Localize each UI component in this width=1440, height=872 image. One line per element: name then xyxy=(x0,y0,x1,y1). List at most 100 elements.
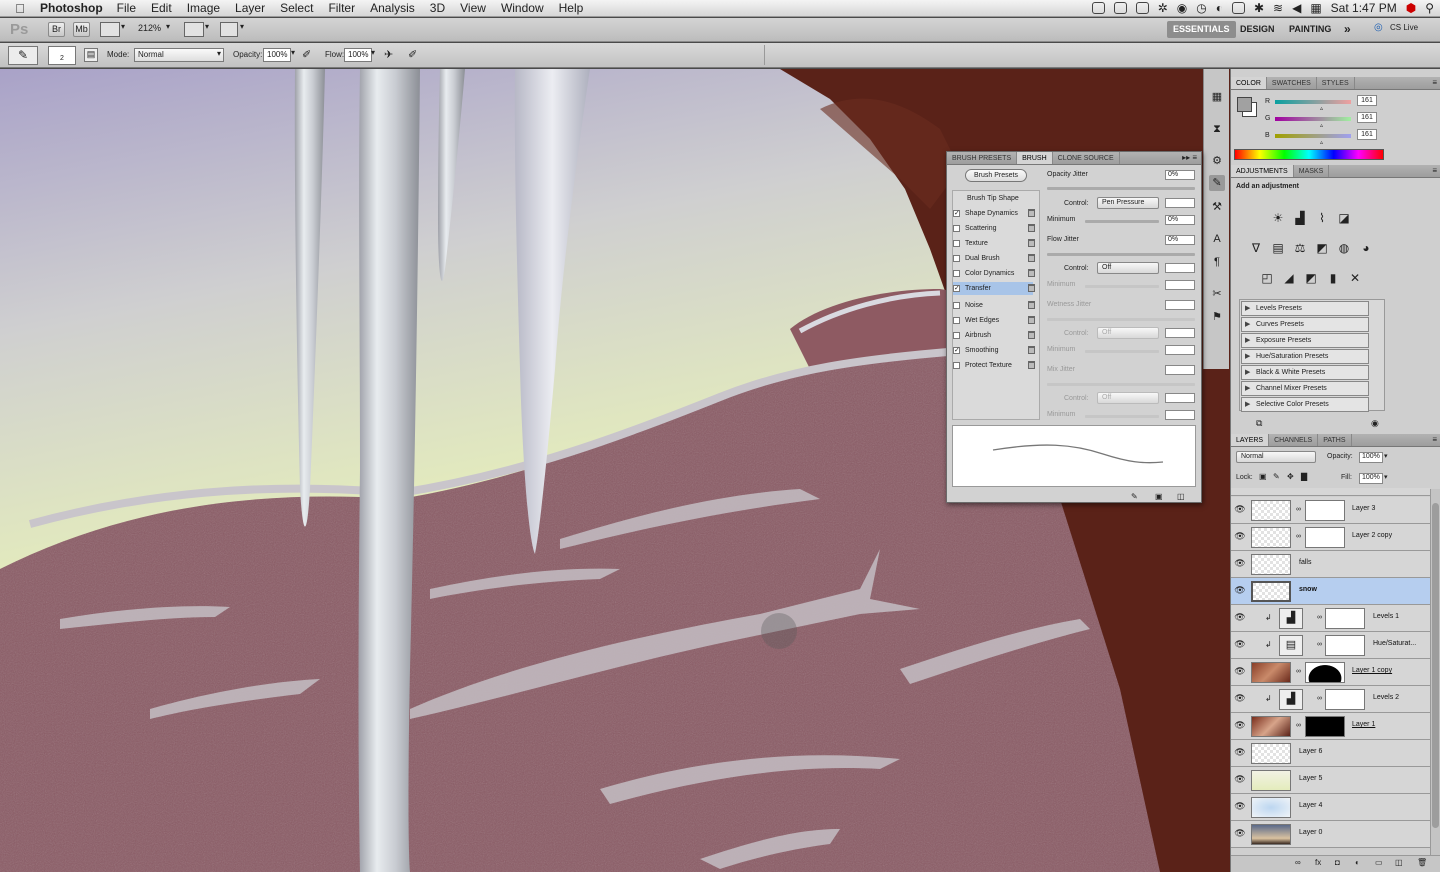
g-input[interactable]: 161 xyxy=(1357,112,1377,123)
levels-icon[interactable]: ▟ xyxy=(1293,211,1307,225)
layer-name[interactable]: Layer 1 copy xyxy=(1352,667,1392,674)
wifi-icon[interactable]: ≋ xyxy=(1273,1,1283,15)
slider-thumb-icon[interactable]: ▵ xyxy=(1320,139,1323,146)
layer-row[interactable]: 👁 ∞ Layer 2 copy xyxy=(1231,524,1430,551)
eye-icon[interactable]: 👁 xyxy=(1234,748,1246,757)
tab-brush[interactable]: BRUSH xyxy=(1017,152,1053,164)
tab-styles[interactable]: STYLES xyxy=(1317,77,1355,89)
eye-icon[interactable]: 👁 xyxy=(1234,586,1246,595)
preset-selective-color[interactable]: Selective Color Presets xyxy=(1241,397,1369,412)
layer-name[interactable]: Layer 2 copy xyxy=(1352,532,1392,539)
lock-icon[interactable] xyxy=(1028,224,1035,232)
photo-filter-icon[interactable]: ◍ xyxy=(1337,241,1351,255)
preset-exposure[interactable]: Exposure Presets xyxy=(1241,333,1369,348)
layer-row[interactable]: 👁 ↲ ▟ ∞ Levels 1 xyxy=(1231,605,1430,632)
selective-color-icon[interactable]: ✕ xyxy=(1348,271,1362,285)
tab-color[interactable]: COLOR xyxy=(1231,77,1267,89)
checkbox-checked-icon[interactable]: ✓ xyxy=(953,347,960,354)
new-group-icon[interactable]: ▭ xyxy=(1375,858,1383,867)
flag-icon[interactable]: ▦ xyxy=(1310,1,1321,15)
tab-channels[interactable]: CHANNELS xyxy=(1269,434,1319,446)
checkbox-icon[interactable] xyxy=(953,317,960,324)
arrange-documents-icon[interactable] xyxy=(184,22,204,37)
apple-icon[interactable]:  xyxy=(0,1,40,16)
layer-row[interactable]: 👁 Layer 4 xyxy=(1231,794,1430,821)
opacity-jitter-input[interactable]: 0% xyxy=(1165,170,1195,180)
create-brush-icon[interactable]: ◫ xyxy=(1177,492,1185,501)
preset-channel-mixer[interactable]: Channel Mixer Presets xyxy=(1241,381,1369,396)
flow-input[interactable]: 100% xyxy=(344,48,372,62)
checkbox-icon[interactable] xyxy=(953,362,960,369)
hue-saturation-icon[interactable]: ▤ xyxy=(1271,241,1285,255)
layers-scrollbar[interactable] xyxy=(1430,489,1440,859)
eye-icon[interactable]: 👁 xyxy=(1234,802,1246,811)
menu-help[interactable]: Help xyxy=(559,1,584,15)
link-icon[interactable]: ∞ xyxy=(1317,695,1322,702)
minibridge-button[interactable]: Mb xyxy=(73,22,90,37)
new-adjustment-icon[interactable]: ◐ xyxy=(1355,858,1360,867)
character-icon[interactable]: A xyxy=(1209,231,1225,247)
color-ramp[interactable] xyxy=(1234,149,1384,160)
sync-icon[interactable]: ✲ xyxy=(1158,1,1168,15)
view-extras-icon[interactable] xyxy=(100,22,120,37)
clock[interactable]: Sat 1:47 PM xyxy=(1331,1,1397,15)
layer-row[interactable]: 👁 ∞ Layer 3 xyxy=(1231,497,1430,524)
option-texture[interactable]: Texture xyxy=(953,237,1035,250)
r-slider[interactable] xyxy=(1275,100,1351,104)
menu-file[interactable]: File xyxy=(117,1,136,15)
layer-row[interactable]: 👁 ∞ Layer 1 xyxy=(1231,713,1430,740)
zoom-level[interactable]: 212% xyxy=(138,23,161,33)
adjustments-menu-icon[interactable]: ≡ xyxy=(1432,165,1437,177)
gradient-map-icon[interactable]: ▮ xyxy=(1326,271,1340,285)
layer-name[interactable]: Levels 1 xyxy=(1373,613,1399,620)
app-menu[interactable]: Photoshop xyxy=(40,1,103,15)
fill-dropdown-icon[interactable]: ▾ xyxy=(1384,473,1388,481)
foreground-color-preview[interactable] xyxy=(1237,97,1252,112)
lock-icon[interactable] xyxy=(1028,239,1035,247)
wetness-jitter-slider[interactable] xyxy=(1047,318,1195,321)
tab-clone-source[interactable]: CLONE SOURCE xyxy=(1053,152,1120,164)
arrange-dropdown-icon[interactable]: ▾ xyxy=(205,22,209,31)
checkbox-checked-icon[interactable]: ✓ xyxy=(953,285,960,292)
layer-row[interactable]: 👁 ↲ ▟ ∞ Levels 2 xyxy=(1231,686,1430,713)
layer-row[interactable]: 👁 Layer 0 xyxy=(1231,821,1430,848)
g-slider[interactable] xyxy=(1275,117,1351,121)
blend-mode-select[interactable]: Normal xyxy=(1236,451,1316,463)
zoom-dropdown-icon[interactable]: ▾ xyxy=(166,22,170,31)
layer-name[interactable]: Layer 4 xyxy=(1299,802,1322,809)
lock-icon[interactable] xyxy=(1028,316,1035,324)
checkbox-icon[interactable] xyxy=(953,302,960,309)
tab-adjustments[interactable]: ADJUSTMENTS xyxy=(1231,165,1294,177)
layer-name[interactable]: Layer 3 xyxy=(1352,505,1375,512)
checkbox-icon[interactable] xyxy=(953,332,960,339)
mix-jitter-slider[interactable] xyxy=(1047,383,1195,386)
clip-to-layer-icon[interactable]: ⧉ xyxy=(1256,418,1262,429)
add-mask-icon[interactable]: ◘ xyxy=(1335,858,1340,867)
layer-opacity-dropdown-icon[interactable]: ▾ xyxy=(1384,452,1388,460)
minimum-slider-4[interactable] xyxy=(1085,415,1159,418)
control-select-4[interactable]: Off xyxy=(1097,392,1159,404)
posterize-icon[interactable]: ◢ xyxy=(1282,271,1296,285)
menu-window[interactable]: Window xyxy=(501,1,544,15)
chevron-down-icon[interactable]: ▾ xyxy=(121,22,125,31)
minimum-slider-3[interactable] xyxy=(1085,350,1159,353)
menu-edit[interactable]: Edit xyxy=(151,1,172,15)
bridge-button[interactable]: Br xyxy=(48,22,65,37)
menu-analysis[interactable]: Analysis xyxy=(370,1,415,15)
tab-swatches[interactable]: SWATCHES xyxy=(1267,77,1317,89)
layer-opacity-input[interactable]: 100% xyxy=(1359,452,1383,463)
threshold-icon[interactable]: ◩ xyxy=(1304,271,1318,285)
tools-icon[interactable]: ✂ xyxy=(1209,286,1225,302)
black-white-icon[interactable]: ◩ xyxy=(1315,241,1329,255)
preset-levels[interactable]: Levels Presets xyxy=(1241,301,1369,316)
brush-panel-icon[interactable]: ✎ xyxy=(1209,175,1225,191)
minimum-input-4[interactable] xyxy=(1165,410,1195,420)
menu-layer[interactable]: Layer xyxy=(235,1,265,15)
lock-icon[interactable] xyxy=(1028,346,1035,354)
sound-icon[interactable]: ◐ xyxy=(1216,1,1223,15)
layer-row[interactable]: 👁 ↲ ▤ ∞ Hue/Saturat... xyxy=(1231,632,1430,659)
control-extra-3[interactable] xyxy=(1165,328,1195,338)
tab-paths[interactable]: PATHS xyxy=(1318,434,1352,446)
color-balance-icon[interactable]: ⚖ xyxy=(1293,241,1307,255)
color-panel-menu-icon[interactable]: ≡ xyxy=(1432,77,1437,89)
